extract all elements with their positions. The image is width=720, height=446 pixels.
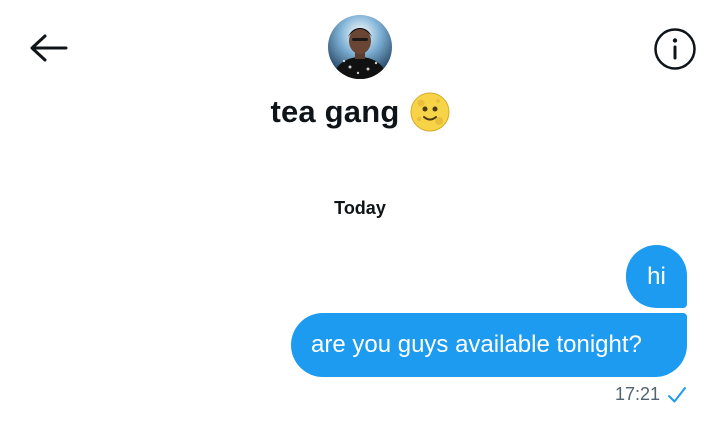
message-bubble[interactable]: are you guys available tonight?: [291, 313, 687, 377]
arrow-left-icon: [30, 34, 68, 62]
dm-conversation-screen: tea gang Today hi are you guys available…: [0, 0, 720, 446]
conversation-avatar[interactable]: [328, 15, 392, 79]
avatar: [328, 15, 392, 79]
conversation-title-row: tea gang: [0, 90, 720, 134]
moon-face-emoji-icon: [410, 92, 450, 132]
back-button[interactable]: [26, 28, 70, 68]
conversation-title: tea gang: [270, 94, 400, 129]
message-timestamp: 17:21: [614, 384, 660, 404]
message-text: hi: [647, 262, 666, 290]
message-bubble[interactable]: hi: [626, 245, 687, 308]
info-circle-icon: [654, 28, 696, 70]
message-meta: 17:21: [615, 384, 688, 405]
checkmark-sent-icon: [668, 386, 686, 402]
conversation-info-button[interactable]: [652, 26, 698, 72]
date-divider: Today: [334, 198, 386, 218]
message-text: are you guys available tonight?: [311, 331, 642, 358]
